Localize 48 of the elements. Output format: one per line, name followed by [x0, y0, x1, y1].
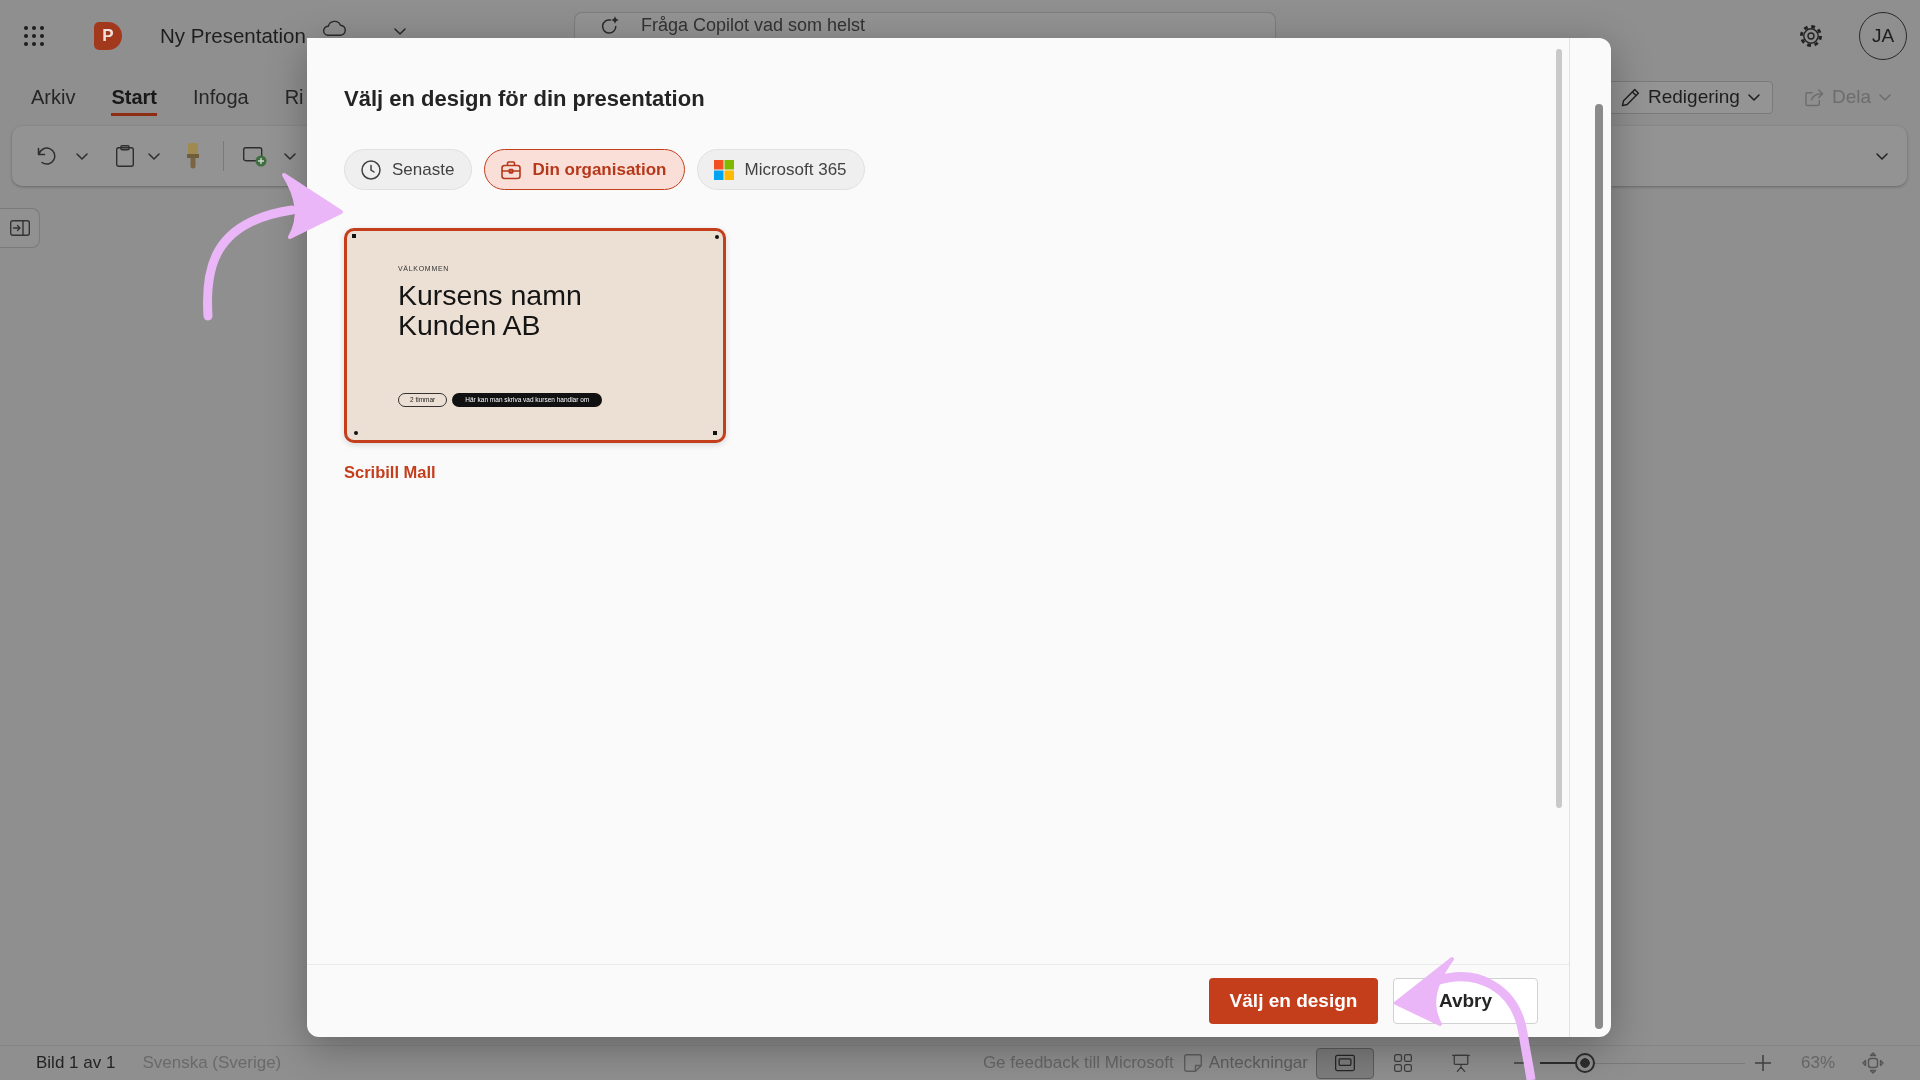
ribbon-tab[interactable]: Infoga — [193, 78, 249, 116]
chevron-down-icon[interactable] — [393, 28, 406, 35]
app-logo: P — [94, 22, 122, 50]
easel-icon — [1450, 1054, 1471, 1072]
briefcase-icon — [501, 159, 522, 180]
clock-icon — [361, 159, 381, 180]
share-icon — [1804, 87, 1824, 107]
dot-icon — [354, 431, 358, 435]
fit-slide-icon[interactable] — [1862, 1052, 1884, 1074]
slide-title: Kursens namn Kunden AB — [398, 279, 582, 340]
note-icon — [1183, 1054, 1202, 1072]
normal-view-icon — [1334, 1054, 1355, 1072]
chevron-down-icon — [1747, 93, 1760, 101]
scrollbar[interactable] — [1595, 104, 1603, 1029]
search-field[interactable]: Fråga Copilot vad som helst — [574, 12, 1276, 38]
slider-thumb[interactable] — [1575, 1053, 1596, 1073]
pencil-icon — [1621, 87, 1640, 107]
four-squares-icon — [713, 159, 734, 180]
ribbon-tab[interactable]: Start — [111, 78, 158, 116]
clipboard-icon[interactable] — [116, 145, 134, 167]
app-launcher-icon[interactable] — [24, 26, 44, 46]
sparkle-circle-icon — [600, 16, 619, 35]
chevron-down-icon[interactable] — [284, 152, 296, 160]
dot-icon — [715, 235, 719, 239]
chevron-down-icon — [1879, 93, 1891, 101]
chevron-down-icon[interactable] — [1876, 152, 1888, 160]
panel-toggle-button[interactable] — [0, 208, 40, 248]
dialog-title: Välj en design för din presentation — [344, 85, 705, 113]
cloud-icon[interactable] — [321, 20, 346, 36]
ribbon-tab[interactable]: Ri — [284, 78, 304, 116]
ribbon-tab[interactable]: Arkiv — [31, 78, 76, 116]
template-name[interactable]: Scribill Mall — [344, 461, 436, 483]
choose-design-button[interactable]: Välj en design — [1209, 978, 1378, 1024]
new-slide-icon[interactable] — [243, 145, 267, 167]
settings-icon[interactable] — [1799, 24, 1823, 48]
filter-tab[interactable]: Microsoft 365 — [696, 149, 865, 190]
arrow-into-panel-icon — [9, 220, 30, 236]
chevron-down-icon[interactable] — [76, 152, 88, 160]
view-button[interactable] — [1315, 1047, 1374, 1079]
slide-counter: Bild 1 av 1 — [36, 1053, 116, 1073]
document-title[interactable]: Ny Presentation — [160, 24, 306, 48]
chevron-down-icon[interactable] — [148, 152, 160, 160]
filter-tab[interactable]: Din organisation — [484, 149, 685, 190]
plus-icon[interactable] — [1754, 1055, 1771, 1071]
filter-tab[interactable]: Senaste — [344, 149, 473, 190]
grid-view-icon — [1392, 1054, 1413, 1072]
scrollbar[interactable] — [1556, 49, 1562, 808]
undo-icon[interactable] — [37, 146, 57, 166]
